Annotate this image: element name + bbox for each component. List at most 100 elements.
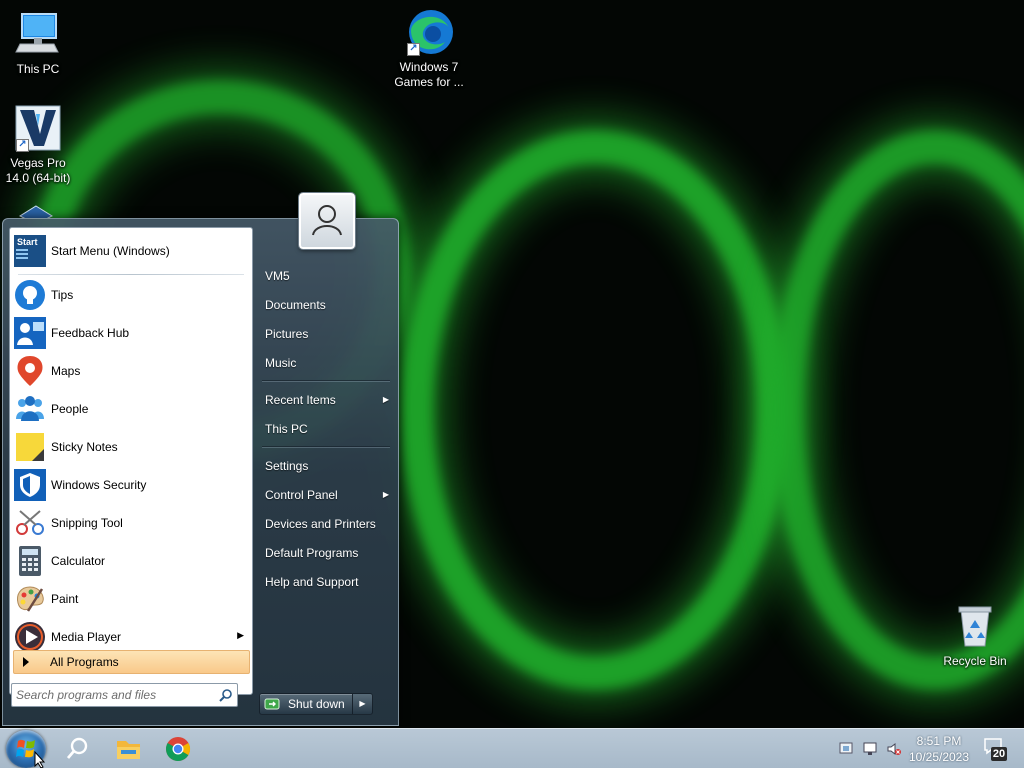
network-security-icon[interactable] — [838, 741, 854, 757]
user-avatar-icon — [312, 205, 342, 236]
right-item-label: Recent Items — [265, 393, 336, 407]
right-item-control-panel[interactable]: Control Panel ▶ — [258, 484, 393, 506]
desktop-icon-this-pc[interactable]: This PC — [0, 10, 76, 77]
network-icon[interactable] — [862, 741, 878, 757]
edge-icon: ↗ — [405, 8, 453, 56]
shutdown-label: Shut down — [288, 697, 345, 711]
right-item-devices-printers[interactable]: Devices and Printers — [258, 513, 393, 535]
shortcut-arrow-icon: ↗ — [16, 139, 29, 152]
file-explorer-icon — [117, 741, 140, 759]
paint-palette-icon — [14, 583, 46, 615]
program-label: Snipping Tool — [51, 516, 123, 530]
shortcut-arrow-icon: ↗ — [407, 43, 420, 56]
right-item-label: Pictures — [265, 327, 309, 341]
scissors-icon — [14, 507, 46, 539]
partial-desktop-icon — [16, 204, 56, 218]
right-item-documents[interactable]: Documents — [258, 294, 393, 316]
user-picture[interactable] — [299, 193, 355, 249]
right-separator — [262, 380, 390, 382]
volume-muted-icon[interactable] — [886, 741, 902, 757]
all-programs-button[interactable]: All Programs — [13, 650, 250, 674]
program-label: Start Menu (Windows) — [51, 244, 170, 258]
shutdown-icon — [264, 698, 280, 710]
media-player-icon — [14, 621, 46, 653]
right-item-default-programs[interactable]: Default Programs — [258, 542, 393, 564]
program-label: Feedback Hub — [51, 326, 130, 340]
search-icon — [66, 737, 88, 759]
maps-pin-icon — [14, 355, 46, 387]
right-item-label: Default Programs — [265, 546, 359, 560]
program-windows-security[interactable]: Windows Security — [14, 468, 248, 502]
right-item-label: Settings — [265, 459, 309, 473]
program-people[interactable]: People — [14, 392, 248, 426]
submenu-arrow-icon: ▶ — [382, 395, 389, 404]
right-item-label: VM5 — [265, 269, 290, 283]
right-item-label: Control Panel — [265, 488, 338, 502]
notification-center-button[interactable]: 20 — [983, 737, 1007, 761]
program-maps[interactable]: Maps — [14, 354, 248, 388]
program-label: Maps — [51, 364, 81, 378]
expand-arrow-icon — [23, 657, 29, 667]
desktop-icon-label: Recycle Bin — [943, 654, 1007, 668]
search-box — [11, 683, 238, 707]
program-label: Tips — [51, 288, 74, 302]
chevron-right-icon: ▶ — [359, 699, 366, 708]
program-paint[interactable]: Paint — [14, 582, 248, 616]
sticky-notes-icon — [14, 431, 46, 463]
recycle-bin-icon — [951, 602, 999, 650]
shutdown-button[interactable]: Shut down — [259, 693, 353, 715]
all-programs-label: All Programs — [50, 655, 119, 669]
right-separator — [262, 446, 390, 448]
right-item-label: Devices and Printers — [265, 517, 376, 531]
desktop-icon-windows7-games[interactable]: ↗ Windows 7 Games for ... — [390, 8, 468, 90]
taskbar-chrome[interactable] — [160, 733, 196, 765]
program-snipping-tool[interactable]: Snipping Tool — [14, 506, 248, 540]
right-item-vm5[interactable]: VM5 — [258, 265, 393, 287]
right-item-this-pc[interactable]: This PC — [258, 418, 393, 440]
vegas-icon: ↗ — [14, 104, 62, 152]
lightbulb-icon — [14, 279, 46, 311]
computer-icon — [14, 10, 62, 58]
right-item-settings[interactable]: Settings — [258, 455, 393, 477]
mouse-cursor-icon — [34, 751, 46, 768]
submenu-arrow-icon: ▶ — [382, 490, 389, 499]
desktop-icon-recycle-bin[interactable]: Recycle Bin — [937, 602, 1013, 669]
start-menu-app-icon-text: Start — [17, 237, 38, 247]
taskbar-file-explorer[interactable] — [110, 733, 146, 765]
right-item-label: Music — [265, 356, 297, 370]
desktop-icon-vegas-pro[interactable]: ↗ Vegas Pro 14.0 (64-bit) — [0, 104, 76, 186]
right-item-help-support[interactable]: Help and Support — [258, 571, 393, 593]
people-icon — [14, 393, 46, 425]
clock-time: 8:51 PM — [916, 734, 962, 748]
right-item-recent-items[interactable]: Recent Items ▶ — [258, 389, 393, 411]
program-start-menu-windows[interactable]: Start Start Menu (Windows) — [14, 234, 248, 268]
search-icon[interactable] — [219, 688, 233, 702]
start-menu-app-icon: Start — [14, 235, 46, 267]
clock-date: 10/25/2023 — [908, 750, 970, 764]
program-label: Media Player — [51, 630, 122, 644]
shield-icon — [14, 469, 46, 501]
right-item-label: Documents — [265, 298, 326, 312]
shutdown-options-button[interactable]: ▶ — [353, 693, 373, 715]
chrome-icon — [165, 737, 191, 762]
start-menu-programs-pane: Start Start Menu (Windows) Tips Feedback… — [9, 227, 253, 695]
notification-count-badge: 20 — [991, 747, 1007, 761]
program-media-player[interactable]: Media Player ▶ — [14, 620, 248, 654]
right-item-label: Help and Support — [265, 575, 359, 589]
submenu-arrow-icon: ▶ — [237, 630, 244, 640]
program-label: Windows Security — [51, 478, 147, 492]
desktop-icon-label: This PC — [16, 62, 60, 76]
right-item-label: This PC — [265, 422, 308, 436]
pinned-separator — [18, 274, 244, 275]
program-sticky-notes[interactable]: Sticky Notes — [14, 430, 248, 464]
program-feedback-hub[interactable]: Feedback Hub — [14, 316, 248, 350]
program-tips[interactable]: Tips — [14, 278, 248, 312]
program-label: Paint — [51, 592, 79, 606]
program-calculator[interactable]: Calculator — [14, 544, 248, 578]
right-item-pictures[interactable]: Pictures — [258, 323, 393, 345]
taskbar-search-button[interactable] — [60, 733, 96, 765]
taskbar-clock[interactable]: 8:51 PM 10/25/2023 — [906, 733, 972, 765]
search-input[interactable] — [16, 687, 211, 703]
right-item-music[interactable]: Music — [258, 352, 393, 374]
program-label: Sticky Notes — [51, 440, 118, 454]
